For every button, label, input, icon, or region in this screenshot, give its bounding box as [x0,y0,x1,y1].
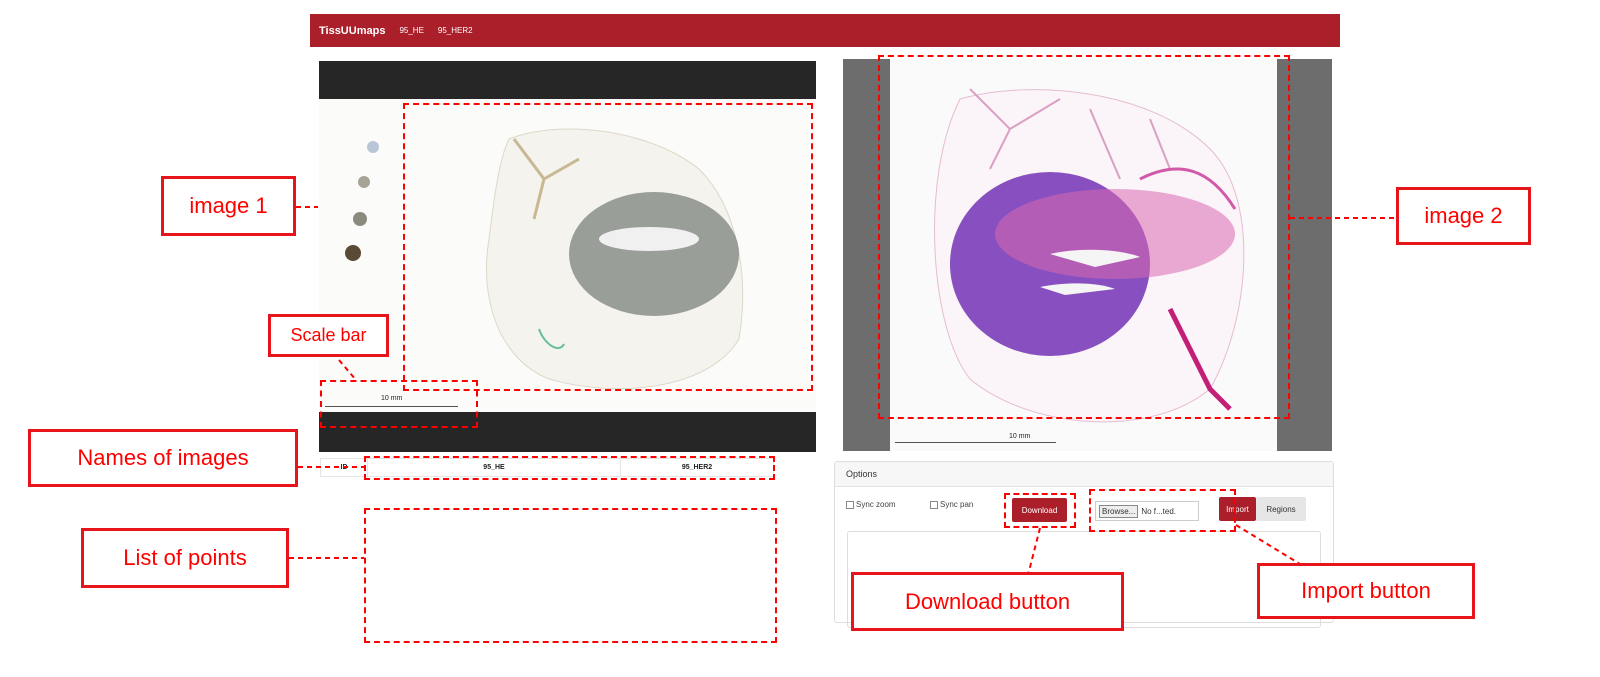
label-scale-bar: Scale bar [268,314,389,357]
label-names-of-images: Names of images [28,429,298,487]
label-image-1: image 1 [161,176,296,236]
label-image-2: image 2 [1396,187,1531,245]
label-list-of-points: List of points [81,528,289,588]
label-download-button: Download button [851,572,1124,631]
label-import-button: Import button [1257,563,1475,619]
